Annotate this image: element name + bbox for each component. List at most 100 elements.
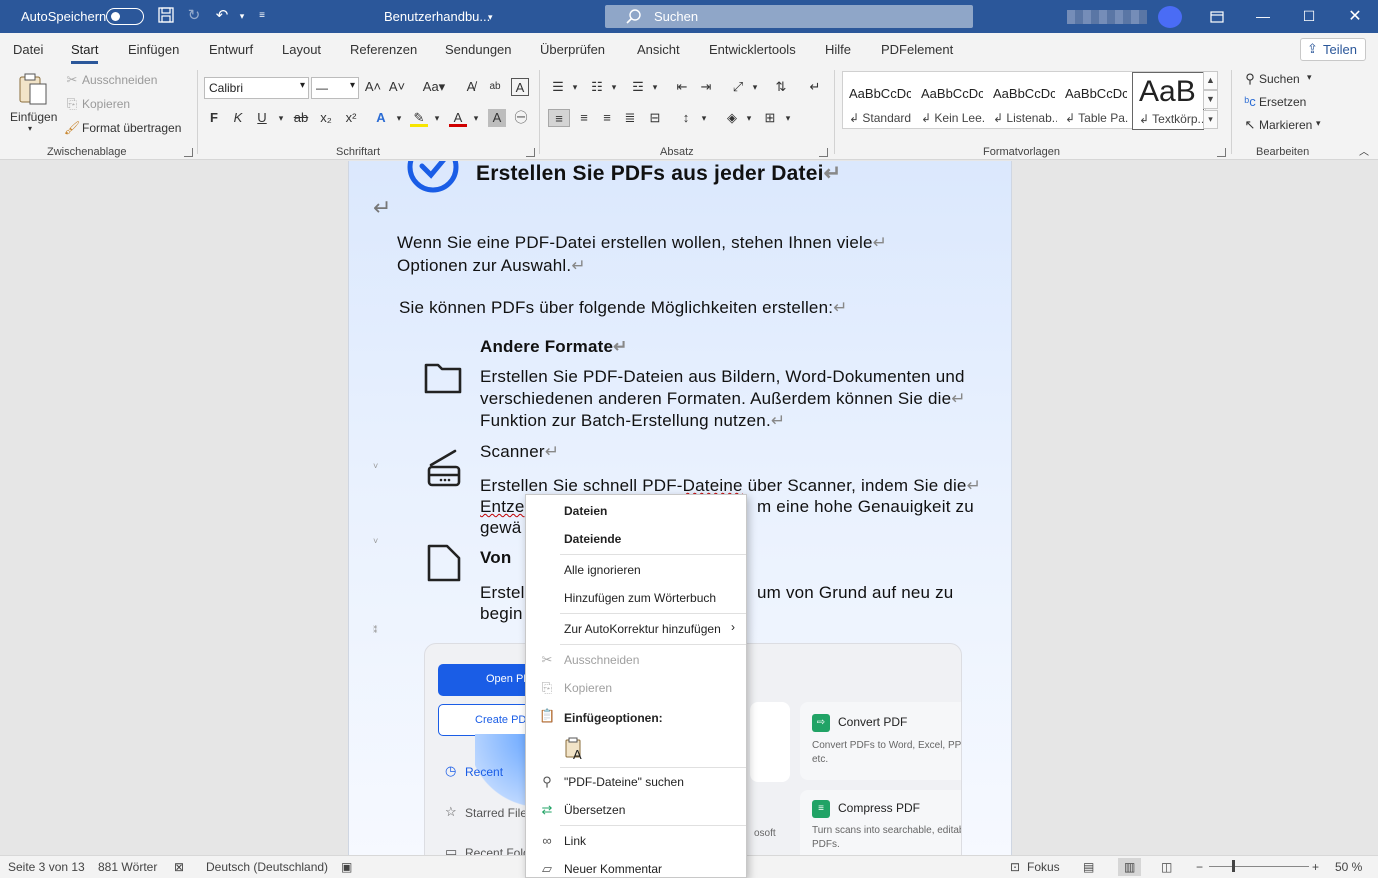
font-family-combo[interactable]: Calibri ▾: [204, 77, 309, 99]
line-spacing-icon[interactable]: ↕: [677, 109, 695, 127]
tab-ueberpruefen[interactable]: Überprüfen: [540, 42, 605, 57]
text-effects-icon[interactable]: A: [372, 109, 390, 127]
styles-scroll-down-icon[interactable]: ▼: [1203, 90, 1218, 109]
styles-launcher-icon[interactable]: [1217, 148, 1226, 157]
character-shading-icon[interactable]: A: [488, 109, 506, 127]
tab-sendungen[interactable]: Sendungen: [445, 42, 512, 57]
highlight-dropdown-icon[interactable]: ▾: [428, 109, 446, 127]
subscript-icon[interactable]: x₂: [317, 109, 335, 127]
select-button[interactable]: Markieren: [1259, 118, 1312, 132]
font-size-combo[interactable]: — ▾: [311, 77, 359, 99]
add-to-dictionary-item[interactable]: Hinzufügen zum Wörterbuch: [564, 591, 716, 605]
show-formatting-icon[interactable]: ↵: [806, 78, 824, 96]
sort-icon[interactable]: ⇅: [772, 78, 790, 96]
bold-icon[interactable]: F: [205, 109, 223, 127]
print-layout-icon[interactable]: ▥: [1118, 858, 1142, 876]
style-table-paragraph[interactable]: AaBbCcDc ↲ Table Pa...: [1059, 72, 1131, 130]
bullets-icon[interactable]: ☰: [549, 78, 567, 96]
user-name[interactable]: [1067, 10, 1147, 24]
phonetic-guide-icon[interactable]: ab: [486, 78, 504, 96]
undo-dropdown-icon[interactable]: ▾: [232, 6, 252, 26]
font-launcher-icon[interactable]: [526, 148, 535, 157]
styles-more-icon[interactable]: ▾: [1203, 110, 1218, 129]
text-effects-dropdown-icon[interactable]: ▾: [390, 109, 408, 127]
tab-ansicht[interactable]: Ansicht: [637, 42, 680, 57]
underline-dropdown-icon[interactable]: ▾: [272, 109, 290, 127]
copy-button[interactable]: Kopieren: [82, 97, 130, 111]
title-dropdown-icon[interactable]: ▾: [488, 12, 493, 23]
superscript-icon[interactable]: x²: [342, 109, 360, 127]
suggestion-dateiende[interactable]: Dateiende: [564, 532, 621, 546]
search-box[interactable]: Suchen: [605, 5, 973, 28]
borders-icon[interactable]: ⊞: [761, 109, 779, 127]
multilevel-list-icon[interactable]: ☲: [629, 78, 647, 96]
style-standard[interactable]: AaBbCcDc ↲ Standard: [843, 72, 915, 130]
multilevel-dropdown-icon[interactable]: ▾: [646, 78, 664, 96]
zoom-slider-thumb[interactable]: [1232, 860, 1235, 872]
undo-icon[interactable]: ↶: [212, 6, 232, 26]
find-button[interactable]: Suchen: [1259, 72, 1300, 86]
clear-formatting-icon[interactable]: A̸: [462, 78, 480, 96]
distributed-icon[interactable]: ⊟: [646, 109, 664, 127]
text-direction-icon[interactable]: ⤢: [729, 78, 747, 96]
autosave-toggle[interactable]: [106, 8, 144, 25]
customize-toolbar-icon[interactable]: ≡: [252, 6, 272, 26]
align-center-icon[interactable]: ≡: [575, 109, 593, 127]
zoom-level[interactable]: 50 %: [1335, 860, 1362, 874]
autocorrect-item[interactable]: Zur AutoKorrektur hinzufügen: [564, 622, 721, 636]
maximize-icon[interactable]: ☐: [1286, 0, 1332, 33]
tab-layout[interactable]: Layout: [282, 42, 321, 57]
style-kein-leerraum[interactable]: AaBbCcDc ↲ Kein Lee...: [915, 72, 987, 130]
focus-button[interactable]: Fokus: [1027, 860, 1060, 874]
minimize-icon[interactable]: —: [1240, 0, 1286, 33]
web-layout-icon[interactable]: ◫: [1161, 860, 1172, 874]
zoom-slider[interactable]: [1209, 860, 1309, 872]
tab-pdfelement[interactable]: PDFelement: [881, 42, 953, 57]
document-title[interactable]: Benutzerhandbu...: [384, 9, 490, 24]
ribbon-display-icon[interactable]: [1194, 0, 1240, 33]
new-comment-item[interactable]: Neuer Kommentar: [564, 862, 662, 876]
paragraph-launcher-icon[interactable]: [819, 148, 828, 157]
bullets-dropdown-icon[interactable]: ▾: [566, 78, 584, 96]
proofing-icon[interactable]: ⊠: [174, 860, 184, 874]
enclose-character-icon[interactable]: ㊀: [512, 109, 530, 127]
select-dropdown-icon[interactable]: ▾: [1316, 118, 1321, 129]
italic-icon[interactable]: K: [229, 109, 247, 127]
underline-icon[interactable]: U: [253, 109, 271, 127]
redo-icon[interactable]: ↻: [184, 6, 204, 26]
line-spacing-dropdown-icon[interactable]: ▾: [695, 109, 713, 127]
tab-entwicklertools[interactable]: Entwicklertools: [709, 42, 796, 57]
justify-icon[interactable]: ≣: [621, 109, 639, 127]
increase-indent-icon[interactable]: ⇥: [697, 78, 715, 96]
language[interactable]: Deutsch (Deutschland): [206, 860, 328, 874]
cut-item[interactable]: Ausschneiden: [564, 653, 639, 667]
replace-button[interactable]: Ersetzen: [1259, 95, 1306, 109]
copy-item[interactable]: Kopieren: [564, 681, 612, 695]
tab-datei[interactable]: Datei: [13, 42, 43, 57]
style-textkoerper[interactable]: AaB ↲ Textkörp...: [1132, 72, 1204, 130]
page-count[interactable]: Seite 3 von 13: [8, 860, 85, 874]
font-color-dropdown-icon[interactable]: ▾: [467, 109, 485, 127]
cut-button[interactable]: Ausschneiden: [82, 73, 157, 87]
numbering-icon[interactable]: ☷: [588, 78, 606, 96]
grow-font-icon[interactable]: A˄: [364, 78, 382, 96]
link-item[interactable]: Link: [564, 834, 586, 848]
change-case-icon[interactable]: Aa▾: [420, 78, 448, 96]
zoom-in-icon[interactable]: +: [1312, 860, 1319, 874]
suggestion-dateien[interactable]: Dateien: [564, 504, 607, 518]
paste-button[interactable]: Einfügen ▾: [8, 70, 58, 136]
read-mode-icon[interactable]: ▤: [1083, 860, 1094, 874]
shrink-font-icon[interactable]: A˅: [388, 78, 406, 96]
close-icon[interactable]: ✕: [1332, 0, 1378, 33]
collapse-ribbon-icon[interactable]: ︿: [1355, 144, 1373, 162]
format-painter-button[interactable]: Format übertragen: [82, 121, 181, 135]
tab-einfuegen[interactable]: Einfügen: [128, 42, 179, 57]
tab-referenzen[interactable]: Referenzen: [350, 42, 417, 57]
shading-dropdown-icon[interactable]: ▾: [740, 109, 758, 127]
avatar[interactable]: [1158, 6, 1182, 28]
tab-hilfe[interactable]: Hilfe: [825, 42, 851, 57]
accessibility-icon[interactable]: ▣: [341, 860, 352, 874]
highlight-icon[interactable]: ✎: [410, 109, 428, 127]
borders-dropdown-icon[interactable]: ▾: [779, 109, 797, 127]
character-border-icon[interactable]: A: [511, 78, 529, 96]
